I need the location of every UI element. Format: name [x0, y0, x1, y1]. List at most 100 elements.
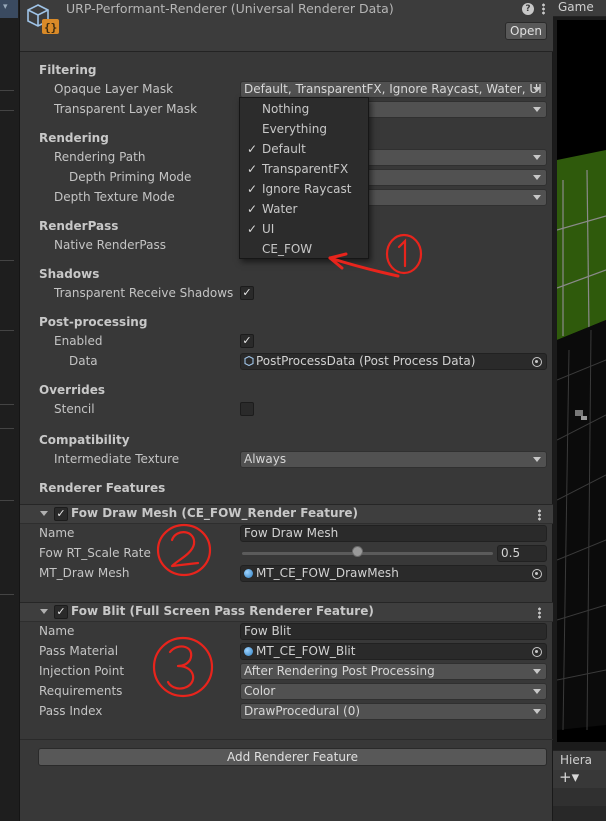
object-picker-icon[interactable] — [532, 569, 542, 579]
transparent-receive-shadows-label: Transparent Receive Shadows — [54, 286, 234, 300]
checkmark-icon: ✓ — [242, 334, 252, 347]
right-panel: Game Hiera +▾ — [553, 0, 606, 821]
checkmark-icon: ✓ — [247, 182, 258, 196]
pass-index-value: DrawProcedural (0) — [244, 704, 361, 718]
pp-data-value: PostProcessData (Post Process Data) — [256, 354, 476, 368]
chevron-down-icon: ▾ — [3, 2, 8, 12]
pp-data-object-field[interactable]: PostProcessData (Post Process Data) — [240, 353, 547, 370]
object-picker-icon[interactable] — [532, 647, 542, 657]
fow-rt-scale-rate-label: Fow RT_Scale Rate — [39, 546, 151, 560]
mt-draw-mesh-label: MT_Draw Mesh — [39, 566, 130, 580]
mt-draw-mesh-object-field[interactable]: MT_CE_FOW_DrawMesh — [240, 565, 547, 582]
feature-header-fow-draw-mesh[interactable]: ✓ Fow Draw Mesh (CE_FOW_Render Feature) — [20, 504, 553, 524]
layer-option-ce-fow[interactable]: CE_FOW — [240, 239, 368, 259]
pp-enabled-checkbox[interactable]: ✓ — [240, 334, 254, 348]
renderer-asset-icon: {} — [27, 4, 59, 34]
tab-hierarchy[interactable]: Hiera — [553, 750, 606, 770]
chevron-down-icon — [533, 689, 541, 694]
requirements-value: Color — [244, 684, 276, 698]
depth-priming-mode-label: Depth Priming Mode — [69, 170, 192, 184]
inspector-header: {} URP-Performant-Renderer (Universal Re… — [20, 0, 553, 52]
injection-point-dropdown[interactable]: After Rendering Post Processing — [240, 663, 547, 680]
rendering-path-label: Rendering Path — [54, 150, 146, 164]
feature-enabled-checkbox[interactable]: ✓ — [54, 605, 68, 619]
pass-material-object-field[interactable]: MT_CE_FOW_Blit — [240, 643, 547, 660]
pass-material-value: MT_CE_FOW_Blit — [256, 644, 356, 658]
intermediate-texture-dropdown[interactable]: Always — [240, 451, 547, 468]
layer-option-transparentfx[interactable]: ✓ TransparentFX — [240, 159, 368, 179]
native-renderpass-label: Native RenderPass — [54, 238, 166, 252]
section-compatibility: Compatibility — [39, 433, 130, 447]
pp-enabled-label: Enabled — [54, 334, 103, 348]
checkmark-icon: ✓ — [247, 162, 258, 176]
add-dropdown-button[interactable]: +▾ — [559, 768, 579, 786]
section-post-processing: Post-processing — [39, 315, 148, 329]
transparent-layer-mask-label: Transparent Layer Mask — [54, 102, 198, 116]
pass-index-dropdown[interactable]: DrawProcedural (0) — [240, 703, 547, 720]
kebab-menu-icon[interactable] — [534, 508, 544, 522]
divider — [20, 739, 553, 740]
pass-index-label: Pass Index — [39, 704, 103, 718]
feature-name-input[interactable]: Fow Draw Mesh — [240, 525, 547, 542]
help-icon[interactable]: ? — [522, 3, 534, 15]
section-shadows: Shadows — [39, 267, 100, 281]
kebab-menu-icon[interactable] — [538, 2, 548, 16]
layer-option-ignore-raycast[interactable]: ✓ Ignore Raycast — [240, 179, 368, 199]
opaque-layer-mask-label: Opaque Layer Mask — [54, 82, 174, 96]
foldout-arrow-icon[interactable] — [40, 609, 48, 614]
requirements-label: Requirements — [39, 684, 123, 698]
opaque-layer-mask-dropdown[interactable]: Default, TransparentFX, Ignore Raycast, … — [240, 81, 547, 98]
transparent-receive-shadows-checkbox[interactable]: ✓ — [240, 286, 254, 300]
chevron-down-icon — [533, 175, 541, 180]
chevron-down-icon — [533, 457, 541, 462]
fow-rt-scale-slider-track[interactable] — [242, 552, 493, 555]
depth-texture-mode-label: Depth Texture Mode — [54, 190, 175, 204]
foldout-arrow-icon[interactable] — [40, 511, 48, 516]
chevron-down-icon — [533, 155, 541, 160]
section-renderpass: RenderPass — [39, 219, 119, 233]
section-renderer-features: Renderer Features — [39, 481, 166, 495]
opaque-layer-mask-value: Default, TransparentFX, Ignore Raycast, … — [244, 82, 542, 96]
chevron-down-icon — [533, 195, 541, 200]
fow-rt-scale-input[interactable]: 0.5 — [497, 545, 547, 562]
layer-option-default[interactable]: ✓ Default — [240, 139, 368, 159]
checkmark-icon: ✓ — [247, 142, 258, 156]
section-overrides: Overrides — [39, 383, 105, 397]
left-panel-tab[interactable]: ▾ — [0, 0, 18, 18]
material-icon — [244, 647, 253, 656]
chevron-down-icon — [533, 709, 541, 714]
object-picker-icon[interactable] — [532, 357, 542, 367]
intermediate-texture-label: Intermediate Texture — [54, 452, 180, 466]
feature-name-label: Name — [39, 526, 75, 540]
injection-point-value: After Rendering Post Processing — [244, 664, 435, 678]
section-filtering: Filtering — [39, 63, 97, 77]
feature-name-input[interactable]: Fow Blit — [240, 623, 547, 640]
stencil-checkbox[interactable] — [240, 402, 254, 416]
chevron-down-icon — [533, 669, 541, 674]
hierarchy-toolbar: +▾ — [553, 768, 606, 788]
checkmark-icon: ✓ — [56, 605, 66, 618]
asset-title: URP-Performant-Renderer (Universal Rende… — [66, 1, 394, 16]
requirements-dropdown[interactable]: Color — [240, 683, 547, 700]
feature-name-label: Name — [39, 624, 75, 638]
feature-header-fow-blit[interactable]: ✓ Fow Blit (Full Screen Pass Renderer Fe… — [20, 602, 553, 622]
open-button[interactable]: Open — [505, 22, 547, 40]
layer-mask-dropdown-menu: Nothing Everything ✓ Default ✓ Transpare… — [239, 97, 369, 259]
layer-option-water[interactable]: ✓ Water — [240, 199, 368, 219]
injection-point-label: Injection Point — [39, 664, 125, 678]
layer-option-ui[interactable]: ✓ UI — [240, 219, 368, 239]
fow-rt-scale-slider-thumb[interactable] — [352, 546, 363, 557]
intermediate-texture-value: Always — [244, 452, 287, 466]
feature-enabled-checkbox[interactable]: ✓ — [54, 507, 68, 521]
hierarchy-list — [553, 788, 606, 821]
game-view-viewport[interactable] — [557, 20, 606, 742]
tab-game[interactable]: Game — [553, 0, 606, 17]
layer-option-nothing[interactable]: Nothing — [240, 99, 368, 119]
stencil-label: Stencil — [54, 402, 95, 416]
add-renderer-feature-button[interactable]: Add Renderer Feature — [38, 748, 547, 766]
layer-option-everything[interactable]: Everything — [240, 119, 368, 139]
mt-draw-mesh-value: MT_CE_FOW_DrawMesh — [256, 566, 399, 580]
kebab-menu-icon[interactable] — [534, 606, 544, 620]
checkmark-icon: ✓ — [247, 222, 258, 236]
chevron-down-icon — [533, 107, 541, 112]
